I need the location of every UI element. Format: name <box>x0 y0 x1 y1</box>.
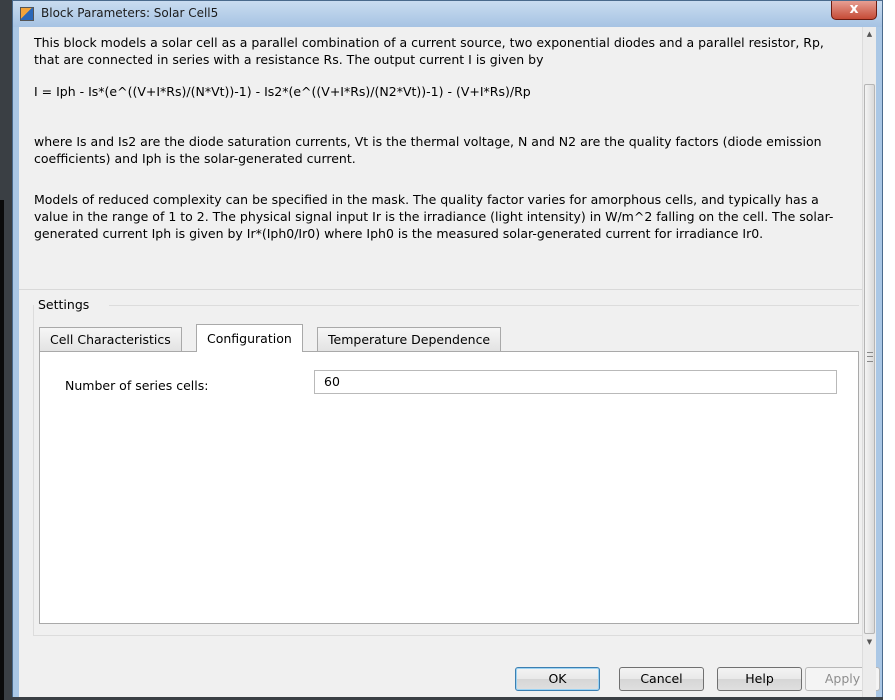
description-paragraph-2: where Is and Is2 are the diode saturatio… <box>34 134 822 166</box>
scroll-down-arrow-icon[interactable]: ▼ <box>863 635 876 649</box>
desktop-edge-mark <box>0 200 4 700</box>
number-of-series-cells-label: Number of series cells: <box>65 378 209 393</box>
number-of-series-cells-input[interactable]: 60 <box>314 370 837 394</box>
close-button[interactable]: x <box>831 1 877 20</box>
desktop-edge-left <box>0 0 12 700</box>
window-title: Block Parameters: Solar Cell5 <box>41 6 219 20</box>
block-parameters-dialog: Block Parameters: Solar Cell5 x This blo… <box>12 0 883 700</box>
tab-configuration[interactable]: Configuration <box>196 324 303 352</box>
description-paragraph-1: This block models a solar cell as a para… <box>34 35 824 67</box>
desktop-edge-right <box>883 0 895 700</box>
description-equation: I = Iph - Is*(e^((V+I*Rs)/(N*Vt))-1) - I… <box>34 84 531 99</box>
scrollbar-thumb[interactable] <box>864 84 875 634</box>
help-button[interactable]: Help <box>717 667 802 691</box>
ok-button[interactable]: OK <box>515 667 600 691</box>
title-bar[interactable]: Block Parameters: Solar Cell5 x <box>13 1 882 27</box>
dialog-client-area: This block models a solar cell as a para… <box>19 27 880 699</box>
scroll-up-arrow-icon[interactable]: ▲ <box>863 27 876 41</box>
tab-label: Configuration <box>207 331 292 346</box>
tab-cell-characteristics[interactable]: Cell Characteristics <box>39 327 182 351</box>
scrollbar-grip-icon <box>867 352 873 362</box>
tab-label: Cell Characteristics <box>50 332 171 347</box>
description-paragraph-3: Models of reduced complexity can be spec… <box>34 192 834 241</box>
simulink-app-icon <box>20 7 34 21</box>
block-description: This block models a solar cell as a para… <box>19 27 867 290</box>
tab-temperature-dependence[interactable]: Temperature Dependence <box>317 327 502 351</box>
tab-label: Temperature Dependence <box>328 332 491 347</box>
description-scrollbar[interactable]: ▲ ▼ <box>862 27 876 699</box>
cancel-button[interactable]: Cancel <box>619 667 704 691</box>
